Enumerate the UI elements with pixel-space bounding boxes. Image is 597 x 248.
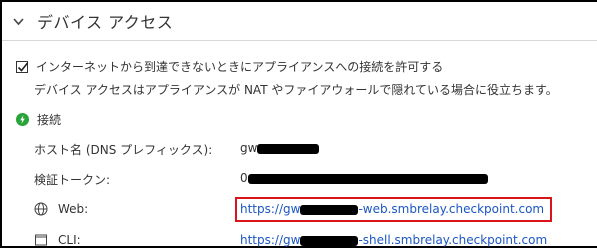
web-label: Web: (58, 202, 89, 216)
section-header[interactable]: デバイス アクセス (12, 9, 173, 33)
terminal-icon (35, 234, 47, 246)
hostname-label: ホスト名 (DNS プレフィックス): (34, 143, 213, 157)
token-visible-text: 0 (240, 171, 248, 185)
globe-icon (34, 202, 48, 216)
hostname-value: gw (240, 141, 320, 155)
redaction-bar (300, 204, 359, 215)
web-access-link[interactable]: https://gw -web.smbrelay.checkpoint.com (240, 202, 544, 216)
cli-link-suffix: -shell.smbrelay.checkpoint.com (358, 233, 548, 247)
divider (2, 40, 597, 41)
cli-link-prefix: https://gw (240, 233, 301, 247)
allow-connection-checkbox-row[interactable]: インターネットから到達できないときにアプライアンスへの接続を許可する (16, 58, 443, 75)
web-label-row: Web: (34, 202, 88, 216)
redaction-bar (247, 173, 488, 184)
redaction-bar (300, 235, 359, 246)
token-label: 検証トークン: (34, 173, 111, 187)
redaction-bar (257, 143, 320, 154)
hostname-visible-text: gw (240, 141, 258, 155)
checkmark-icon (17, 62, 29, 72)
web-link-prefix: https://gw (240, 202, 301, 216)
cli-label-row: CLI: (34, 233, 81, 247)
chevron-down-icon (13, 17, 24, 25)
status-label: 接続 (37, 113, 62, 127)
cli-label: CLI: (58, 233, 81, 247)
device-access-description: デバイス アクセスはアプライアンスが NAT やファイアウォールで隠れている場合… (34, 83, 558, 97)
checkbox-label: インターネットから到達できないときにアプライアンスへの接続を許可する (36, 60, 444, 74)
connected-status-icon (16, 113, 29, 126)
web-link-suffix: -web.smbrelay.checkpoint.com (358, 202, 545, 216)
connection-status: 接続 (16, 111, 61, 128)
token-value: 0 (240, 171, 488, 185)
cli-access-link[interactable]: https://gw -shell.smbrelay.checkpoint.com (240, 233, 547, 247)
allow-connection-checkbox[interactable] (16, 60, 29, 73)
section-title: デバイス アクセス (37, 13, 174, 32)
